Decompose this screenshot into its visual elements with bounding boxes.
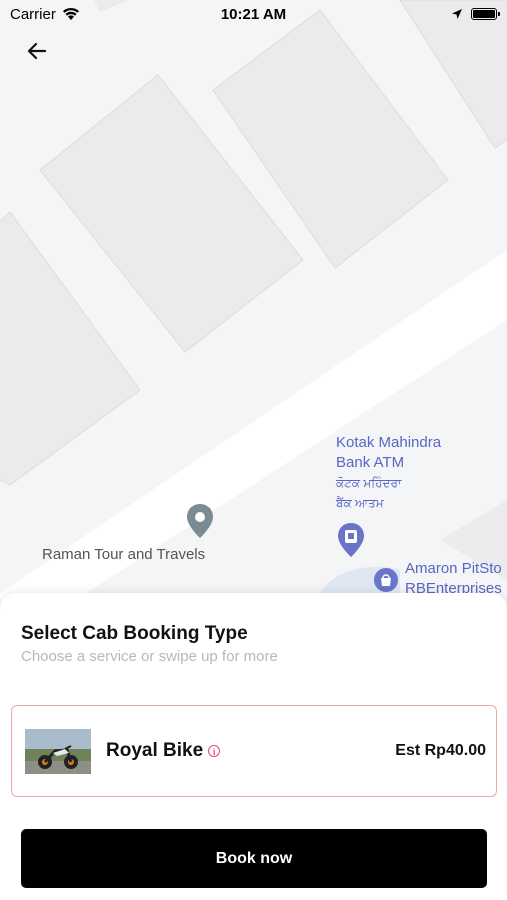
back-button[interactable] bbox=[18, 32, 56, 70]
atm-label-line1: Kotak Mahindra bbox=[336, 434, 442, 451]
cab-option-card[interactable]: Royal Bike i Est Rp40.00 bbox=[11, 705, 497, 797]
book-now-button[interactable]: Book now bbox=[21, 829, 487, 888]
poi-marker-icon[interactable] bbox=[186, 503, 214, 539]
wifi-icon bbox=[62, 7, 79, 20]
sheet-subtitle: Choose a service or swipe up for more bbox=[21, 648, 278, 665]
booking-sheet[interactable]: Select Cab Booking Type Choose a service… bbox=[0, 593, 507, 900]
atm-label-local1: ਕੋਟਕ ਮਹਿੰਦਰਾ bbox=[336, 476, 402, 490]
sheet-title: Select Cab Booking Type bbox=[21, 623, 248, 644]
info-icon[interactable]: i bbox=[208, 745, 221, 757]
carrier-label: Carrier bbox=[10, 5, 56, 23]
atm-label-line2: Bank ATM bbox=[336, 454, 405, 471]
location-arrow-icon bbox=[452, 9, 462, 19]
cab-price: Est Rp40.00 bbox=[395, 742, 486, 759]
battery-icon bbox=[471, 8, 500, 20]
atm-label: Kotak Mahindra Bank ATM ਕੋਟਕ ਮਹਿੰਦਰਾ ਬੈਂ… bbox=[336, 433, 441, 513]
status-left: Carrier bbox=[10, 6, 80, 23]
amaron-label-line1: Amaron PitSto bbox=[405, 560, 502, 577]
status-right bbox=[451, 8, 500, 20]
map-view[interactable]: Kotak Mahindra Bank ATM ਕੋਟਕ ਮਹਿੰਦਰਾ ਬੈਂ… bbox=[0, 0, 507, 610]
poi-label: Raman Tour and Travels bbox=[42, 546, 206, 563]
motorbike-image bbox=[25, 728, 91, 774]
cab-thumbnail bbox=[25, 728, 91, 774]
cab-name: Royal Bike bbox=[106, 740, 204, 761]
status-bar: Carrier 10:21 AM bbox=[0, 0, 507, 28]
atm-marker-icon[interactable] bbox=[337, 522, 365, 558]
map-canvas bbox=[0, 0, 507, 610]
shop-marker-icon[interactable] bbox=[373, 567, 399, 593]
arrow-left-icon bbox=[27, 42, 47, 60]
atm-label-local2: ਬੈਂਕ ਆਤਮ bbox=[336, 496, 384, 510]
